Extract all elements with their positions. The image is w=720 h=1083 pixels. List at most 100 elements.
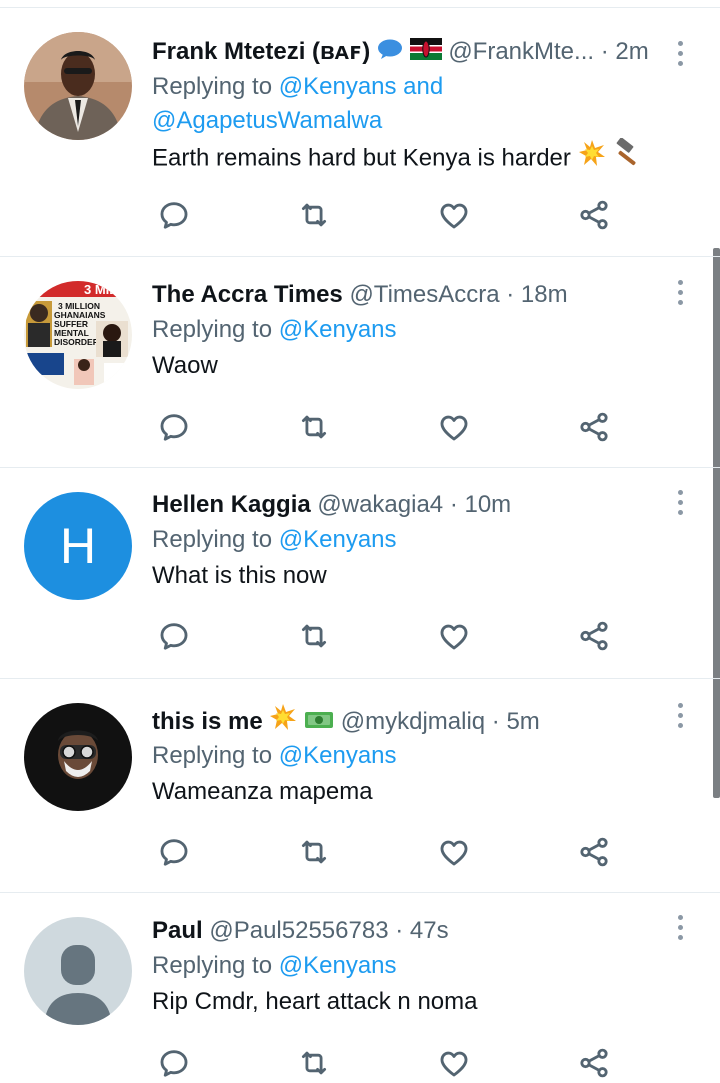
share-icon[interactable] <box>574 616 614 656</box>
tweet-text-row: Earth remains hard but Kenya is harder <box>152 137 690 180</box>
reply-icon[interactable] <box>154 407 194 447</box>
handle[interactable]: @wakagia4 <box>317 491 443 518</box>
like-icon[interactable] <box>434 407 474 447</box>
tweet-text: What is this now <box>152 562 327 589</box>
dollar-banknote-emoji <box>304 705 334 740</box>
action-bar <box>152 407 622 447</box>
avatar[interactable] <box>24 917 132 1025</box>
avatar-letter: H <box>59 518 97 574</box>
replying-to: Replying to @Kenyans <box>152 313 690 347</box>
collision-emoji <box>269 703 297 739</box>
collision-emoji <box>578 139 606 179</box>
tweet[interactable]: Paul @Paul52556783 · 47s Replying to @Ke… <box>0 893 720 1083</box>
share-icon[interactable] <box>574 407 614 447</box>
replying-prefix: Replying to <box>152 316 273 343</box>
timestamp[interactable]: · 2m <box>601 38 649 65</box>
avatar-photo <box>24 32 132 140</box>
mention-link[interactable]: @Kenyans <box>279 526 397 553</box>
default-avatar-icon <box>24 917 132 1025</box>
tweet-header: Frank Mtetezi (ʙᴀꜰ) @FrankMte... · 2m <box>152 34 690 70</box>
retweet-icon[interactable] <box>294 195 334 235</box>
timestamp[interactable]: · 10m <box>450 491 511 518</box>
more-options-icon[interactable] <box>670 907 690 947</box>
reply-icon[interactable] <box>154 1043 194 1083</box>
tweet-header: The Accra Times @TimesAccra · 18m <box>152 277 690 313</box>
tweet-text: Wameanza mapema <box>152 778 373 805</box>
timestamp[interactable]: · 18m <box>506 281 567 308</box>
replying-to: Replying to @Kenyans <box>152 949 690 983</box>
reply-icon[interactable] <box>154 616 194 656</box>
mention-link[interactable]: @AgapetusWamalwa <box>152 107 382 134</box>
tweet-body: Hellen Kaggia @wakagia4 · 10m Replying t… <box>152 487 690 595</box>
retweet-icon[interactable] <box>294 832 334 872</box>
tweet-body: this is me @mykdjmaliq · 5m Replying to … <box>152 703 690 811</box>
handle[interactable]: @Paul52556783 <box>209 917 388 944</box>
tweet-text: Earth remains hard but Kenya is harder <box>152 144 571 172</box>
replying-prefix: Replying to <box>152 742 273 769</box>
share-icon[interactable] <box>574 832 614 872</box>
reply-icon[interactable] <box>154 195 194 235</box>
tweet[interactable]: this is me @mykdjmaliq · 5m Replying to … <box>0 679 720 893</box>
replying-prefix: Replying to <box>152 73 273 100</box>
timestamp[interactable]: · 5m <box>492 708 540 735</box>
retweet-icon[interactable] <box>294 616 334 656</box>
like-icon[interactable] <box>434 616 474 656</box>
replying-prefix: Replying to <box>152 952 273 979</box>
display-name[interactable]: Paul <box>152 917 203 944</box>
share-icon[interactable] <box>574 195 614 235</box>
avatar[interactable] <box>24 32 132 140</box>
handle[interactable]: @mykdjmaliq <box>341 708 485 735</box>
tweet[interactable]: H Hellen Kaggia @wakagia4 · 10m Replying… <box>0 468 720 679</box>
like-icon[interactable] <box>434 832 474 872</box>
retweet-icon[interactable] <box>294 407 334 447</box>
tweet-header: Hellen Kaggia @wakagia4 · 10m <box>152 487 690 523</box>
tweet-body: The Accra Times @TimesAccra · 18m Replyi… <box>152 277 690 385</box>
more-options-icon[interactable] <box>670 272 690 312</box>
mention-link[interactable]: @Kenyans and <box>279 73 443 100</box>
avatar-photo <box>24 703 132 811</box>
hammer-emoji <box>612 137 642 180</box>
share-icon[interactable] <box>574 1043 614 1083</box>
tweet-text: Waow <box>152 352 218 379</box>
more-options-icon[interactable] <box>670 482 690 522</box>
display-name[interactable]: this is me <box>152 708 263 735</box>
timestamp[interactable]: · 47s <box>395 917 448 944</box>
tweet-text: Rip Cmdr, heart attack n noma <box>152 988 478 1015</box>
mention-link[interactable]: @Kenyans <box>279 742 397 769</box>
avatar-newspaper: 3 MILLION 3 MILLION GHANAIANS SUFFER MEN… <box>24 281 132 389</box>
speech-bubble-emoji <box>377 35 403 70</box>
replying-to: Replying to @Kenyans <box>152 739 690 773</box>
tweet-header: this is me @mykdjmaliq · 5m <box>152 703 690 739</box>
tweet[interactable]: 3 MILLION 3 MILLION GHANAIANS SUFFER MEN… <box>0 257 720 468</box>
kenya-flag-emoji <box>409 35 442 70</box>
replying-to-continued: @AgapetusWamalwa <box>152 104 690 138</box>
avatar[interactable]: H <box>24 492 132 600</box>
avatar[interactable]: 3 MILLION 3 MILLION GHANAIANS SUFFER MEN… <box>24 281 132 389</box>
display-name[interactable]: Hellen Kaggia <box>152 491 311 518</box>
tweet-header: Paul @Paul52556783 · 47s <box>152 913 690 949</box>
tweet[interactable]: Frank Mtetezi (ʙᴀꜰ) @FrankMte... · 2m Re… <box>0 8 720 257</box>
reply-icon[interactable] <box>154 832 194 872</box>
svg-text:3 MILLION: 3 MILLION <box>84 282 132 297</box>
replying-prefix: Replying to <box>152 526 273 553</box>
tweet-body: Frank Mtetezi (ʙᴀꜰ) @FrankMte... · 2m Re… <box>152 34 690 180</box>
more-options-icon[interactable] <box>670 33 690 73</box>
svg-text:DISORDER: DISORDER <box>54 337 99 347</box>
mention-link[interactable]: @Kenyans <box>279 316 397 343</box>
retweet-icon[interactable] <box>294 1043 334 1083</box>
action-bar <box>152 195 622 235</box>
replying-to: Replying to @Kenyans <box>152 523 690 557</box>
avatar[interactable] <box>24 703 132 811</box>
action-bar <box>152 832 622 872</box>
action-bar <box>152 1043 622 1083</box>
handle[interactable]: @TimesAccra <box>349 281 499 308</box>
like-icon[interactable] <box>434 1043 474 1083</box>
mention-link[interactable]: @Kenyans <box>279 952 397 979</box>
action-bar <box>152 616 622 656</box>
more-options-icon[interactable] <box>670 695 690 735</box>
display-name[interactable]: Frank Mtetezi (ʙᴀꜰ) <box>152 38 370 65</box>
handle[interactable]: @FrankMte... <box>448 38 594 65</box>
like-icon[interactable] <box>434 195 474 235</box>
tweet-body: Paul @Paul52556783 · 47s Replying to @Ke… <box>152 913 690 1021</box>
display-name[interactable]: The Accra Times <box>152 281 343 308</box>
